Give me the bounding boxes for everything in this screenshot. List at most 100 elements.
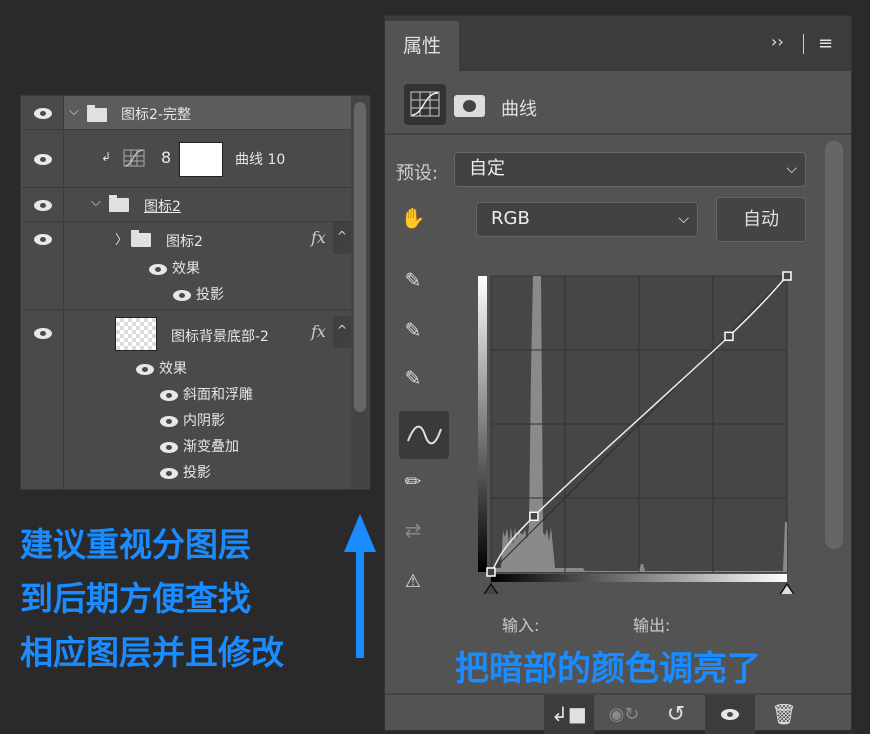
chevron-down-icon[interactable]: ⌵ — [91, 195, 101, 210]
smooth-icon[interactable]: ⇄ — [399, 518, 427, 546]
layer-mask-thumbnail[interactable] — [179, 142, 223, 177]
mask-icon[interactable] — [454, 95, 485, 117]
collapse-panel-icon[interactable]: ›› — [771, 32, 784, 51]
output-label: 输出: — [633, 616, 671, 635]
bottom-toolbar: ↲■ ◉↻ ↺ 🗑 — [385, 693, 851, 734]
black-point-eyedropper-icon[interactable]: ✎ — [399, 268, 427, 296]
white-point-slider[interactable] — [778, 582, 795, 594]
folder-icon — [87, 105, 107, 122]
pencil-icon[interactable]: ✏ — [399, 469, 427, 497]
view-previous-state-button[interactable]: ◉↻ — [599, 695, 649, 734]
chevron-down-icon: ⌵ — [678, 211, 689, 227]
layer-row-group-icon2[interactable]: ⌵ 图标2 — [21, 188, 351, 222]
fx-icon[interactable]: fx — [311, 228, 326, 247]
effect-item: 渐变叠加 — [183, 439, 239, 455]
divider — [803, 34, 804, 54]
visibility-toggle[interactable] — [21, 96, 64, 129]
curve-control-point[interactable] — [486, 567, 496, 577]
eye-icon[interactable] — [173, 290, 191, 301]
preset-value: 自定 — [469, 158, 505, 179]
layer-name: 图标2 — [166, 234, 203, 250]
annotation-line: 相应图层并且修改 — [20, 633, 284, 672]
input-label: 输入: — [502, 616, 540, 635]
effect-item: 内阴影 — [183, 413, 225, 429]
visibility-toggle[interactable] — [21, 222, 64, 309]
channel-select[interactable]: RGB ⌵ — [476, 202, 698, 237]
tab-properties[interactable]: 属性 — [385, 21, 459, 71]
layer-row-curves[interactable]: ↲ 8 曲线 10 — [21, 130, 351, 188]
curves-icon — [123, 149, 145, 167]
layer-thumbnail[interactable] — [115, 317, 157, 351]
effect-item: 斜面和浮雕 — [183, 387, 253, 403]
adjustment-title: 曲线 — [501, 99, 537, 120]
up-arrow-icon — [344, 514, 376, 658]
eye-icon[interactable] — [160, 468, 178, 479]
folder-icon — [131, 230, 151, 247]
annotation-line: 到后期方便查找 — [20, 579, 251, 618]
layer-name: 曲线 10 — [235, 152, 286, 168]
eye-icon — [34, 200, 52, 211]
eye-icon[interactable] — [149, 264, 167, 275]
preset-select[interactable]: 自定 ⌵ — [454, 152, 806, 187]
layer-name: 图标2-完整 — [121, 107, 191, 123]
eye-icon[interactable] — [160, 442, 178, 453]
chevron-down-icon: ⌵ — [786, 161, 797, 177]
histogram-warning-icon: ⚠ — [404, 571, 422, 592]
preset-label: 预设: — [396, 163, 439, 184]
panel-header: 属性 ›› ≡ — [385, 16, 851, 71]
eye-icon — [34, 234, 52, 245]
eye-icon[interactable] — [136, 364, 154, 375]
adjustment-header: 曲线 — [385, 71, 851, 135]
collapse-effects-button[interactable]: ^ — [333, 316, 351, 348]
effect-item: 投影 — [196, 287, 224, 303]
fx-icon[interactable]: fx — [311, 322, 326, 341]
curves-adjustment-icon[interactable] — [404, 84, 446, 125]
visibility-toggle[interactable] — [21, 310, 64, 490]
effects-label: 效果 — [172, 261, 200, 277]
channel-value: RGB — [491, 208, 530, 229]
input-gradient-bar — [491, 574, 787, 582]
properties-scrollbar[interactable] — [825, 141, 843, 549]
visibility-toggle[interactable] — [21, 130, 64, 187]
properties-panel: 属性 ›› ≡ 曲线 预设: 自定 ⌵ ✋ RGB ⌵ 自动 ✎ ✎ ✎ ✏ ⇄ ⚠… — [384, 15, 852, 734]
effects-label: 效果 — [159, 361, 187, 377]
eye-icon — [34, 328, 52, 339]
link-icon[interactable]: 8 — [161, 148, 171, 167]
collapse-effects-button[interactable]: ^ — [333, 222, 351, 254]
layer-row-subgroup-icon2[interactable]: 〉 图标2 fx ^ 效果 投影 — [21, 222, 351, 310]
delete-button[interactable]: 🗑 — [759, 695, 809, 734]
curve-point-tool[interactable] — [399, 411, 449, 459]
toggle-visibility-button[interactable] — [705, 695, 755, 734]
target-adjust-hand-icon[interactable]: ✋ — [399, 206, 427, 234]
eye-icon — [34, 108, 52, 119]
layers-scrollbar[interactable] — [351, 96, 370, 489]
visibility-toggle[interactable] — [21, 188, 64, 221]
clip-arrow-icon: ↲ — [101, 150, 112, 164]
eye-icon[interactable] — [160, 416, 178, 427]
auto-button[interactable]: 自动 — [716, 197, 806, 242]
scrollbar-thumb[interactable] — [354, 102, 366, 412]
effect-item: 投影 — [183, 465, 211, 481]
reset-button[interactable]: ↺ — [651, 695, 701, 734]
folder-icon — [109, 195, 129, 212]
chevron-down-icon[interactable]: ⌵ — [69, 104, 79, 119]
curve-control-point[interactable] — [782, 271, 792, 281]
layer-row-icon-bg[interactable]: 图标背景底部-2 fx ^ 效果 斜面和浮雕 内阴影 渐变叠加 投影 — [21, 310, 351, 490]
eye-icon[interactable] — [160, 390, 178, 401]
layers-panel: ⌵ 图标2-完整 ↲ 8 曲线 10 ⌵ 图标2 〉 图标2 fx ^ 效果 投… — [20, 95, 370, 490]
curves-graph[interactable] — [475, 259, 795, 594]
chevron-right-icon[interactable]: 〉 — [115, 229, 128, 248]
curve-control-point[interactable] — [529, 511, 539, 522]
eye-icon — [34, 154, 52, 165]
annotation-line: 建议重视分图层 — [20, 525, 251, 564]
eye-icon — [721, 709, 739, 720]
layer-row-group-complete[interactable]: ⌵ 图标2-完整 — [21, 96, 351, 130]
clip-to-layer-button[interactable]: ↲■ — [544, 695, 594, 734]
white-point-eyedropper-icon[interactable]: ✎ — [399, 366, 427, 394]
layer-name: 图标背景底部-2 — [171, 329, 269, 345]
black-point-slider[interactable] — [482, 582, 500, 594]
gray-point-eyedropper-icon[interactable]: ✎ — [399, 318, 427, 346]
curve-control-point[interactable] — [724, 331, 734, 342]
menu-icon[interactable]: ≡ — [818, 33, 833, 54]
curve-annotation: 把暗部的颜色调亮了 — [455, 649, 761, 689]
